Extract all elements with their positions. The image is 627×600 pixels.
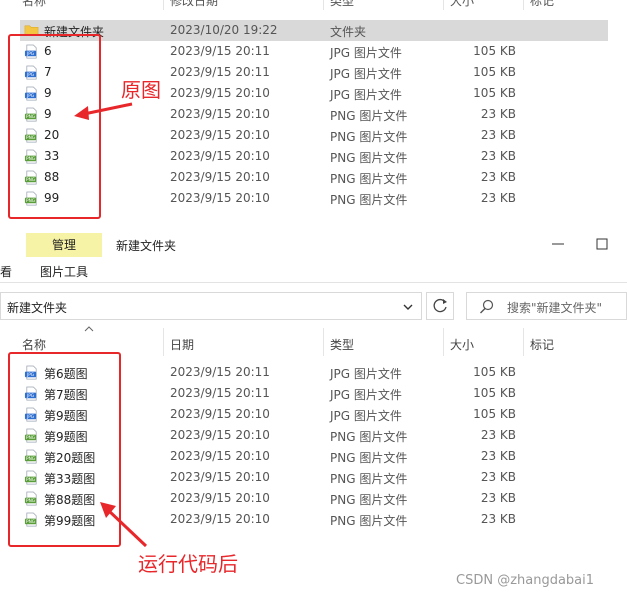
ribbon-tab-manage[interactable]: 管理 [26, 233, 102, 257]
file-date: 2023/10/20 19:22 [170, 23, 278, 37]
file-size: 23 KB [480, 191, 516, 205]
column-header-size[interactable]: 大小 [450, 334, 474, 356]
file-type: JPG 图片文件 [330, 46, 402, 60]
file-size: 23 KB [480, 512, 516, 526]
file-size: 23 KB [480, 449, 516, 463]
column-header-name[interactable]: 名称 [22, 0, 46, 10]
file-date: 2023/9/15 20:10 [170, 149, 270, 163]
file-size: 23 KB [480, 170, 516, 184]
file-date: 2023/9/15 20:10 [170, 470, 270, 484]
search-icon [480, 299, 494, 314]
sort-ascending-icon [84, 326, 94, 332]
column-divider[interactable] [443, 328, 444, 356]
file-date: 2023/9/15 20:11 [170, 386, 270, 400]
arrow-icon [74, 102, 133, 120]
file-date: 2023/9/15 20:11 [170, 65, 270, 79]
column-divider[interactable] [523, 328, 524, 356]
column-header-tag[interactable]: 标记 [530, 334, 554, 356]
column-divider[interactable] [323, 328, 324, 356]
column-header-date[interactable]: 日期 [170, 334, 194, 356]
column-header-type[interactable]: 类型 [330, 0, 354, 10]
file-type: JPG 图片文件 [330, 88, 402, 102]
highlight-box [8, 34, 101, 219]
file-size: 23 KB [480, 149, 516, 163]
refresh-button[interactable] [426, 292, 454, 320]
file-type: PNG 图片文件 [330, 130, 408, 144]
window-title: 新建文件夹 [116, 239, 177, 253]
file-type: PNG 图片文件 [330, 172, 408, 186]
file-date: 2023/9/15 20:10 [170, 86, 270, 100]
file-date: 2023/9/15 20:10 [170, 449, 270, 463]
file-size: 23 KB [480, 107, 516, 121]
column-divider[interactable] [163, 328, 164, 356]
file-type: PNG 图片文件 [330, 493, 408, 507]
search-input[interactable]: 搜索"新建文件夹" [507, 299, 602, 316]
file-date: 2023/9/15 20:10 [170, 491, 270, 505]
file-size: 105 KB [473, 386, 516, 400]
file-size: 105 KB [473, 407, 516, 421]
file-type: JPG 图片文件 [330, 367, 402, 381]
annotation-after-run: 运行代码后 [138, 552, 238, 576]
file-type: PNG 图片文件 [330, 109, 408, 123]
maximize-icon[interactable] [590, 232, 614, 256]
file-date: 2023/9/15 20:10 [170, 107, 270, 121]
arrow-icon [100, 502, 148, 548]
file-size: 105 KB [473, 365, 516, 379]
file-type: PNG 图片文件 [330, 193, 408, 207]
annotation-original: 原图 [121, 78, 161, 102]
file-date: 2023/9/15 20:10 [170, 128, 270, 142]
file-size: 105 KB [473, 86, 516, 100]
search-box[interactable]: 搜索"新建文件夹" [466, 292, 627, 320]
file-type: JPG 图片文件 [330, 409, 402, 423]
file-date: 2023/9/15 20:11 [170, 44, 270, 58]
file-type: PNG 图片文件 [330, 430, 408, 444]
column-header-size[interactable]: 大小 [450, 0, 474, 10]
renamed-files-window: 管理 新建文件夹 看 图片工具 新建文件夹 搜索"新建文件夹" 名称 日期 类型… [0, 228, 627, 600]
file-size: 23 KB [480, 428, 516, 442]
file-date: 2023/9/15 20:10 [170, 170, 270, 184]
file-type: PNG 图片文件 [330, 451, 408, 465]
tab-view[interactable]: 看 [0, 262, 12, 282]
file-type: JPG 图片文件 [330, 67, 402, 81]
column-divider[interactable] [523, 0, 524, 10]
column-divider[interactable] [443, 0, 444, 10]
file-type: PNG 图片文件 [330, 472, 408, 486]
watermark: CSDN @zhangdabai1 [456, 573, 595, 588]
file-date: 2023/9/15 20:10 [170, 191, 270, 205]
file-size: 23 KB [480, 128, 516, 142]
file-type: 文件夹 [330, 25, 367, 39]
refresh-icon [433, 298, 447, 313]
file-date: 2023/9/15 20:11 [170, 365, 270, 379]
original-files-view: 名称 修改日期 类型 大小 标记 新建文件夹 2023/10/20 19:22 文件… [0, 0, 627, 228]
file-type: PNG 图片文件 [330, 151, 408, 165]
file-size: 105 KB [473, 65, 516, 79]
column-header-tag[interactable]: 标记 [530, 0, 554, 10]
chevron-down-icon[interactable] [401, 300, 415, 314]
column-divider[interactable] [163, 0, 164, 10]
ribbon-divider [0, 282, 627, 283]
file-date: 2023/9/15 20:10 [170, 428, 270, 442]
file-row[interactable]: 新建文件夹 2023/10/20 19:22 文件夹 [20, 20, 608, 41]
file-type: PNG 图片文件 [330, 514, 408, 528]
file-size: 105 KB [473, 44, 516, 58]
file-type: JPG 图片文件 [330, 388, 402, 402]
file-size: 23 KB [480, 491, 516, 505]
file-date: 2023/9/15 20:10 [170, 407, 270, 421]
column-divider[interactable] [323, 0, 324, 10]
address-path[interactable]: 新建文件夹 [7, 299, 67, 316]
minimize-icon[interactable] [546, 232, 570, 256]
file-size: 23 KB [480, 470, 516, 484]
file-date: 2023/9/15 20:10 [170, 512, 270, 526]
column-header-type[interactable]: 类型 [330, 334, 354, 356]
address-bar[interactable]: 新建文件夹 [0, 292, 422, 320]
tab-picture-tools[interactable]: 图片工具 [40, 262, 88, 282]
column-header-date[interactable]: 修改日期 [170, 0, 218, 10]
